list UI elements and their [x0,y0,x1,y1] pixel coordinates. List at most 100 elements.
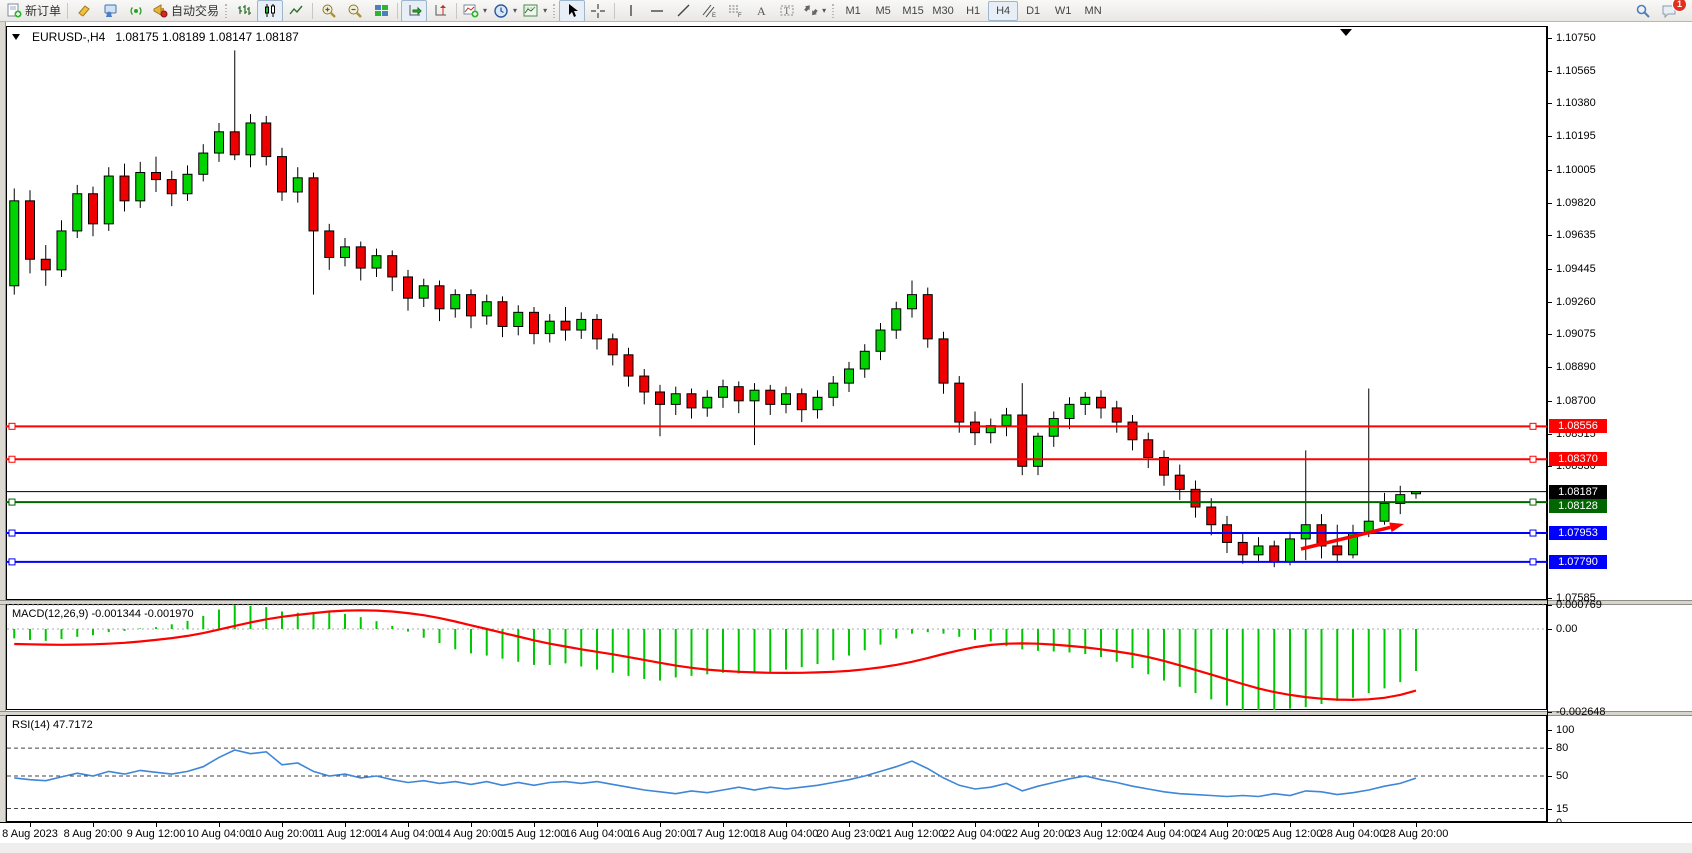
new-order-button[interactable]: 新订单 [4,0,64,22]
auto-scroll-button[interactable] [401,0,427,22]
timeframe-button-m30[interactable]: M30 [928,1,958,21]
rsi-tick-label: 15 [1556,803,1568,815]
bear-candle [734,387,743,401]
date-tick-mark [849,823,850,827]
bear-candle [530,312,539,333]
main-chart-plot[interactable] [6,26,1547,600]
bull-candle [1380,503,1389,521]
periods-icon [493,3,509,19]
main-toolbar: 新订单 自动交易 [0,0,1692,22]
bear-candle [797,394,806,410]
vertical-line-icon [624,3,638,18]
bear-candle [1112,408,1121,422]
price-tick-label: 1.09820 [1556,197,1596,209]
bull-candle [104,176,113,224]
zoom-out-button[interactable] [342,0,368,22]
timeframe-button-m1[interactable]: M1 [838,1,868,21]
bull-candle [514,312,523,326]
rsi-tick-label: 100 [1556,724,1574,736]
signals-button[interactable] [123,0,149,22]
bear-candle [278,157,287,192]
date-label: 24 Aug 20:00 [1195,828,1260,840]
bull-candle [876,330,885,351]
auto-trading-button[interactable]: 自动交易 [149,0,222,22]
bull-candle [199,153,208,174]
notifications-button[interactable]: 1 [1656,0,1682,22]
bear-candle [230,132,239,155]
indicators-button[interactable]: ▾ [460,0,490,22]
bear-candle [404,277,413,298]
date-tick-mark [30,823,31,827]
timeframe-button-mn[interactable]: MN [1078,1,1108,21]
text-button[interactable]: A [748,0,774,22]
price-label-1.08370: 1.08370 [1549,452,1607,466]
bull-candle [1065,404,1074,418]
date-tick-mark [1290,823,1291,827]
date-label: 28 Aug 20:00 [1384,828,1449,840]
price-axis[interactable]: 1.107501.105651.103801.101951.100051.098… [1547,22,1692,843]
horizontal-line-button[interactable] [644,0,670,22]
search-button[interactable] [1630,0,1656,22]
price-label-1.07790: 1.07790 [1549,555,1607,569]
bear-candle [939,339,948,383]
equidistant-channel-button[interactable]: E [696,0,722,22]
text-icon: A [754,3,768,18]
timeframe-button-d1[interactable]: D1 [1018,1,1048,21]
fibonacci-button[interactable]: F [722,0,748,22]
bear-candle [388,256,397,277]
bear-candle [1333,546,1342,555]
timeframe-button-m15[interactable]: M15 [898,1,928,21]
templates-button[interactable]: ▾ [520,0,550,22]
bear-candle [120,176,129,201]
virtual-hosting-button[interactable] [97,0,123,22]
candlestick-chart-icon [263,3,278,18]
timeframe-button-h4[interactable]: H4 [988,1,1018,21]
timeframe-button-m5[interactable]: M5 [868,1,898,21]
chart-ohlc-values: 1.08175 1.08189 1.08147 1.08187 [115,30,299,44]
chart-window: EURUSD-,H4 1.08175 1.08189 1.08147 1.081… [0,22,1692,853]
bull-candle [829,383,838,397]
bear-candle [41,259,50,270]
arrows-button[interactable]: ▾ [800,0,829,22]
bear-candle [498,302,507,327]
vertical-line-button[interactable] [618,0,644,22]
timeframe-button-w1[interactable]: W1 [1048,1,1078,21]
macd-tick-label: 0.00 [1556,623,1577,635]
axis-tick-mark [1547,434,1552,435]
date-axis[interactable]: 8 Aug 20238 Aug 20:009 Aug 12:0010 Aug 0… [0,822,1692,843]
crosshair-button[interactable] [585,0,611,22]
date-label: 17 Aug 12:00 [691,828,756,840]
timeframe-group: M1M5M15M30H1H4D1W1MN [838,1,1108,21]
bear-candle [262,123,271,157]
price-tick-label: 1.08890 [1556,361,1596,373]
bull-candle [136,173,145,201]
trendline-button[interactable] [670,0,696,22]
date-label: 22 Aug 20:00 [1006,828,1071,840]
bull-candle [372,256,381,268]
cursor-button[interactable] [559,0,585,22]
chart-shift-icon [433,3,448,18]
timeframe-button-h1[interactable]: H1 [958,1,988,21]
tile-windows-button[interactable] [368,0,394,22]
price-tick-label: 1.10380 [1556,97,1596,109]
toolbar-separator [397,3,398,19]
collapse-arrow-icon[interactable] [12,34,22,40]
rsi-plot[interactable] [6,715,1547,822]
axis-tick-mark [1547,302,1552,303]
new-order-label: 新订单 [25,2,61,19]
date-tick-mark [219,823,220,827]
line-chart-button[interactable] [283,0,309,22]
macd-plot[interactable] [6,604,1547,710]
bar-chart-button[interactable] [231,0,257,22]
meta-editor-button[interactable] [71,0,97,22]
horizontal-line-icon [649,3,665,18]
chart-shift-button[interactable] [427,0,453,22]
periods-button[interactable]: ▾ [490,0,520,22]
text-label-button[interactable]: T [774,0,800,22]
bear-candle [356,247,365,268]
search-icon [1635,3,1651,19]
zoom-in-button[interactable] [316,0,342,22]
candlestick-chart-button[interactable] [257,0,283,22]
bear-candle [955,383,964,422]
bull-candle [1286,539,1295,562]
